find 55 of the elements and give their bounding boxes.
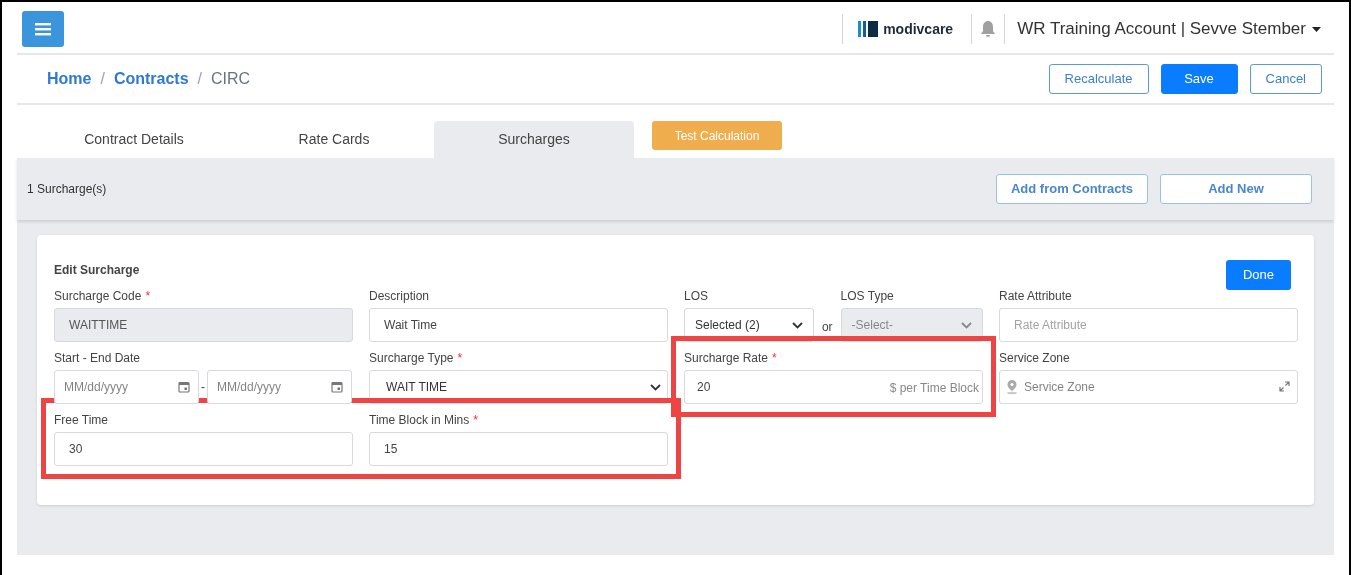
card-title: Edit Surcharge — [54, 262, 140, 279]
caret-icon — [1312, 26, 1321, 32]
calendar-icon[interactable] — [331, 381, 343, 393]
menu-button[interactable] — [22, 11, 64, 47]
field-label: LOS — [684, 288, 708, 305]
chevron-down-icon — [650, 383, 661, 391]
bell-icon[interactable] — [980, 20, 997, 38]
logo-text: modivcare — [883, 19, 954, 39]
account-menu[interactable]: WR Training Account | Sevve Stember — [1017, 16, 1321, 42]
or-text: or — [821, 319, 833, 336]
save-button[interactable]: Save — [1160, 64, 1238, 94]
field-label: LOS Type — [840, 288, 894, 305]
tab[interactable]: Surcharges — [434, 121, 634, 158]
add-button[interactable]: Add from Contracts — [996, 174, 1148, 204]
field-label: Surcharge Rate — [684, 350, 769, 367]
dropdown[interactable]: WAIT TIME — [369, 370, 668, 404]
expand-icon[interactable] — [1279, 381, 1290, 392]
date-separator: - — [201, 379, 205, 396]
unit-label: $ per Time Block — [889, 380, 979, 397]
breadcrumb-current: CIRC — [211, 69, 251, 89]
field-label: Rate Attribute — [999, 288, 1072, 305]
breadcrumb-link[interactable]: Home — [47, 67, 92, 91]
calendar-icon[interactable] — [178, 381, 190, 393]
date-field[interactable]: MM/dd/yyyy — [207, 370, 352, 404]
required-mark: * — [145, 288, 151, 305]
required-mark: * — [457, 350, 463, 367]
field-label: Description — [369, 288, 430, 305]
surcharge-count: 1 Surcharge(s) — [27, 181, 107, 198]
field-label: Service Zone — [999, 350, 1070, 367]
add-button[interactable]: Add New — [1160, 174, 1312, 204]
chevron-down-icon — [791, 321, 803, 329]
map-pin-icon — [1005, 379, 1019, 395]
breadcrumb-link[interactable]: Contracts — [113, 67, 189, 91]
field-label: Free Time — [54, 412, 108, 429]
date-field[interactable]: MM/dd/yyyy — [54, 370, 199, 404]
breadcrumb-separator: / — [100, 69, 105, 89]
dropdown[interactable]: Selected (2) — [684, 308, 814, 342]
input-field[interactable]: 30 — [54, 432, 353, 466]
menu-icon — [35, 22, 51, 36]
breadcrumb-separator: / — [197, 69, 203, 89]
input-field[interactable]: Wait Time — [369, 308, 668, 342]
field-label: Time Block in Mins — [369, 412, 470, 429]
location-field[interactable]: Service Zone — [999, 370, 1298, 404]
chevron-down-icon — [961, 321, 972, 329]
input-field[interactable]: 15 — [369, 432, 668, 466]
input-field[interactable]: Rate Attribute — [999, 308, 1298, 342]
field-label: Surcharge Code — [54, 288, 142, 305]
done-button[interactable]: Done — [1226, 260, 1291, 290]
field-label: Surcharge Type — [369, 350, 454, 367]
action-button[interactable]: Cancel — [1249, 64, 1322, 94]
required-mark: * — [473, 412, 478, 429]
field-label: Start - End Date — [54, 350, 141, 367]
required-mark: * — [772, 350, 777, 367]
logo-icon — [858, 21, 879, 37]
action-button[interactable]: Recalculate — [1048, 64, 1149, 94]
